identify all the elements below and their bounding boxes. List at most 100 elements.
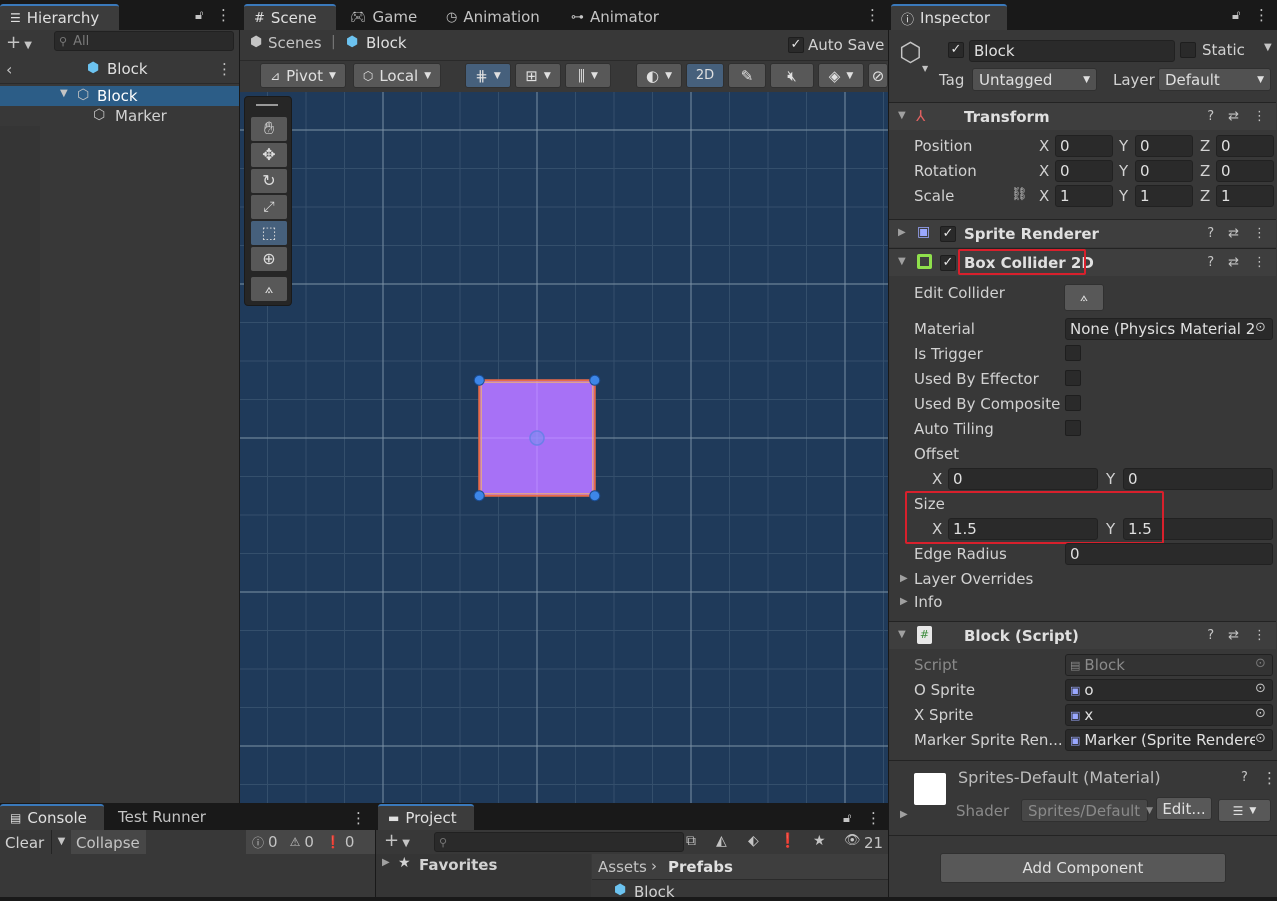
position-y-label[interactable]: Y [1119, 137, 1128, 155]
scene-more-icon[interactable]: ⋮ [865, 8, 880, 23]
material-menu-icon[interactable]: ⋮ [1262, 771, 1277, 786]
rotate-tool-icon[interactable]: ↻ [251, 169, 287, 193]
shader-options-dropdown[interactable]: ☰ ▼ [1218, 799, 1271, 822]
breadcrumb-scenes[interactable]: Scenes [268, 34, 322, 52]
tab-console[interactable]: ▤ Console [0, 804, 104, 830]
snap-increment-toggle[interactable]: ⊞ ▼ [515, 63, 561, 88]
audio-toggle[interactable]: 🔇︎ [770, 63, 814, 88]
rect-corner-handle[interactable] [589, 374, 601, 386]
fold-arrow-icon[interactable]: ▶ [898, 227, 906, 238]
back-arrow-icon[interactable]: ‹ [6, 60, 12, 79]
clear-options-dropdown[interactable]: ▼ [51, 830, 71, 854]
lock-icon[interactable]: 🔓︎ [195, 8, 203, 23]
help-icon[interactable]: ? [1241, 770, 1248, 785]
edit-collider-button[interactable]: ⟑ [1064, 284, 1104, 311]
lock-icon[interactable]: 🔓︎ [843, 811, 851, 826]
help-icon[interactable]: ? [1207, 255, 1214, 270]
position-z-field[interactable]: 0 [1216, 135, 1274, 157]
block-script-header[interactable]: ▼ # Block (Script) ? ⇄ ⋮ [889, 621, 1276, 649]
scale-tool-icon[interactable]: ⤢ [251, 195, 287, 219]
collapse-toggle[interactable]: Collapse [71, 830, 146, 854]
help-icon[interactable]: ? [1207, 226, 1214, 241]
hidden-objects-toggle[interactable]: ⊘ [868, 63, 888, 88]
fold-arrow-icon[interactable]: ▶ [900, 573, 908, 584]
add-component-button[interactable]: Add Component [940, 853, 1226, 883]
info-message-icon[interactable]: ⓘ [252, 834, 264, 851]
constrain-proportions-icon[interactable]: ⛓︎ [1011, 187, 1028, 202]
scale-y-label[interactable]: Y [1119, 187, 1128, 205]
create-dropdown[interactable]: + ▼ [6, 32, 32, 53]
tab-hierarchy[interactable]: ☰ Hierarchy [0, 4, 119, 30]
fold-arrow-icon[interactable]: ▼ [898, 256, 906, 267]
tab-game[interactable]: 🎮︎ Game [340, 4, 427, 30]
physics-material-field[interactable]: None (Physics Material 2 [1065, 318, 1273, 340]
lock-icon[interactable]: 🔓︎ [1232, 8, 1240, 23]
offset-y-field[interactable]: 0 [1123, 468, 1273, 490]
component-menu-icon[interactable]: ⋮ [1253, 109, 1266, 124]
object-picker-icon[interactable]: ⊙ [1255, 681, 1266, 696]
hidden-packages-icon[interactable]: 👁︎ [844, 833, 861, 848]
scale-z-field[interactable]: 1 [1216, 185, 1274, 207]
scale-x-field[interactable]: 1 [1055, 185, 1113, 207]
auto-tiling-checkbox[interactable] [1065, 420, 1081, 436]
search-by-type-icon[interactable]: ⧉ [686, 833, 696, 849]
asset-item-block[interactable]: Block [634, 883, 675, 901]
position-y-field[interactable]: 0 [1135, 135, 1193, 157]
scale-x-label[interactable]: X [1039, 187, 1049, 205]
preset-icon[interactable]: ⇄ [1228, 255, 1239, 270]
effects-dropdown[interactable]: ◈ ▼ [818, 63, 864, 88]
layer-overrides-foldout[interactable]: Layer Overrides [914, 570, 1033, 588]
rect-corner-handle[interactable] [473, 374, 485, 386]
preset-icon[interactable]: ⇄ [1228, 109, 1239, 124]
preset-icon[interactable]: ⇄ [1228, 628, 1239, 643]
favorite-star-icon[interactable]: ★ [813, 833, 826, 849]
more-menu-icon[interactable]: ⋮ [216, 8, 231, 23]
favorites-item[interactable]: Favorites [419, 856, 497, 874]
console-more-icon[interactable]: ⋮ [351, 811, 366, 826]
fold-arrow-icon[interactable]: ▶ [382, 857, 390, 868]
position-x-label[interactable]: X [1039, 137, 1049, 155]
offset-x-field[interactable]: 0 [948, 468, 1098, 490]
rect-tool-icon[interactable]: ⬚ [251, 221, 287, 245]
tab-animation[interactable]: ◷ Animation [436, 4, 550, 30]
scale-y-field[interactable]: 1 [1135, 185, 1193, 207]
project-more-icon[interactable]: ⋮ [866, 811, 881, 826]
rotation-x-field[interactable]: 0 [1055, 160, 1113, 182]
pivot-dropdown[interactable]: ⊿ Pivot ▼ [260, 63, 346, 88]
marker-sprite-renderer-field[interactable]: ▣ Marker (Sprite Rendere [1065, 729, 1273, 751]
rotation-x-label[interactable]: X [1039, 162, 1049, 180]
tab-scene[interactable]: # Scene [244, 4, 336, 30]
object-picker-icon[interactable]: ⊙ [1255, 731, 1266, 746]
object-name-field[interactable]: Block [969, 40, 1175, 62]
rect-corner-handle[interactable] [589, 490, 601, 502]
info-foldout[interactable]: Info [914, 593, 942, 611]
sprite-renderer-enabled-checkbox[interactable]: ✓ [940, 226, 956, 242]
drag-handle-icon[interactable] [256, 104, 278, 106]
inspector-more-icon[interactable]: ⋮ [1254, 8, 1269, 23]
2d-toggle[interactable]: 2D [686, 63, 724, 88]
help-icon[interactable]: ? [1207, 628, 1214, 643]
log-filter-icon[interactable]: ❗ [779, 833, 796, 849]
fold-arrow-icon[interactable]: ▼ [898, 629, 906, 640]
object-picker-icon[interactable]: ⊙ [1255, 706, 1266, 721]
used-by-effector-checkbox[interactable] [1065, 370, 1081, 386]
icon-dropdown-arrow[interactable]: ▼ [922, 64, 928, 73]
help-icon[interactable]: ? [1207, 109, 1214, 124]
static-checkbox[interactable] [1180, 42, 1196, 58]
x-sprite-field[interactable]: ▣ x [1065, 704, 1273, 726]
scene-menu-icon[interactable]: ⋮ [217, 62, 232, 77]
filter-by-type-icon[interactable]: ◭ [716, 833, 727, 849]
tab-project[interactable]: ▬ Project [378, 804, 474, 830]
clear-button[interactable]: Clear [5, 834, 44, 852]
shader-dropdown[interactable]: Sprites/Default ▼ [1021, 799, 1153, 822]
grid-snap-toggle[interactable]: ⋕ ▼ [465, 63, 511, 88]
box-collider-enabled-checkbox[interactable]: ✓ [940, 255, 956, 271]
rect-corner-handle[interactable] [473, 490, 485, 502]
local-dropdown[interactable]: ⬡ Local ▼ [353, 63, 441, 88]
shader-edit-button[interactable]: Edit... [1156, 797, 1212, 820]
lighting-toggle[interactable]: ✎ [728, 63, 766, 88]
component-menu-icon[interactable]: ⋮ [1253, 226, 1266, 241]
warning-icon[interactable]: ⚠ [290, 835, 301, 849]
fold-arrow-icon[interactable]: ▼ [898, 110, 906, 121]
project-search-input[interactable]: ⚲ [434, 832, 684, 852]
